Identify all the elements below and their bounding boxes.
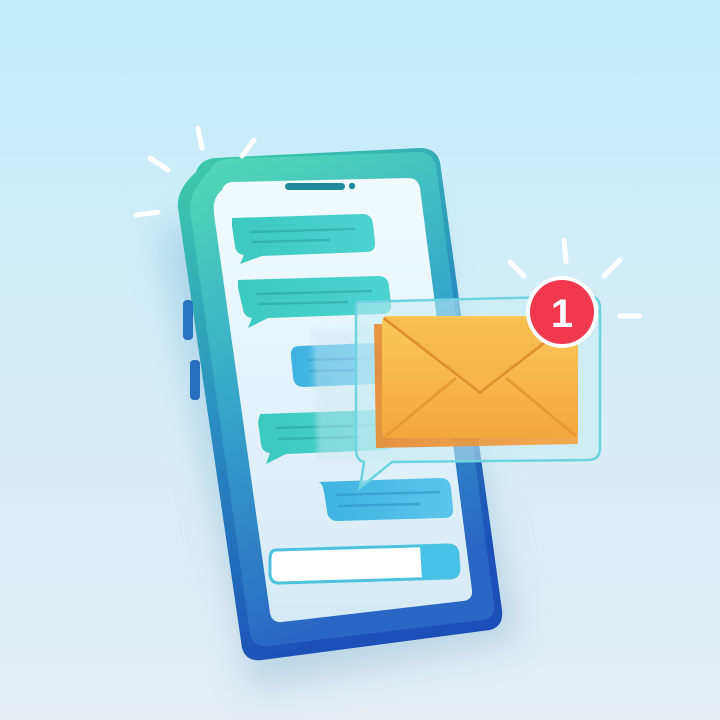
phone-volume-button — [183, 300, 193, 340]
illustration-canvas: 1 — [0, 0, 720, 720]
notification-badge-icon: 1 — [526, 276, 598, 348]
chat-bubble-icon — [318, 478, 454, 521]
message-notification-illustration: 1 — [0, 0, 720, 720]
notification-count: 1 — [551, 292, 573, 336]
phone-speaker — [285, 183, 345, 190]
message-input-bar — [268, 543, 461, 585]
send-button-segment — [420, 545, 459, 579]
phone-camera — [348, 182, 356, 190]
phone-power-button — [190, 360, 200, 400]
